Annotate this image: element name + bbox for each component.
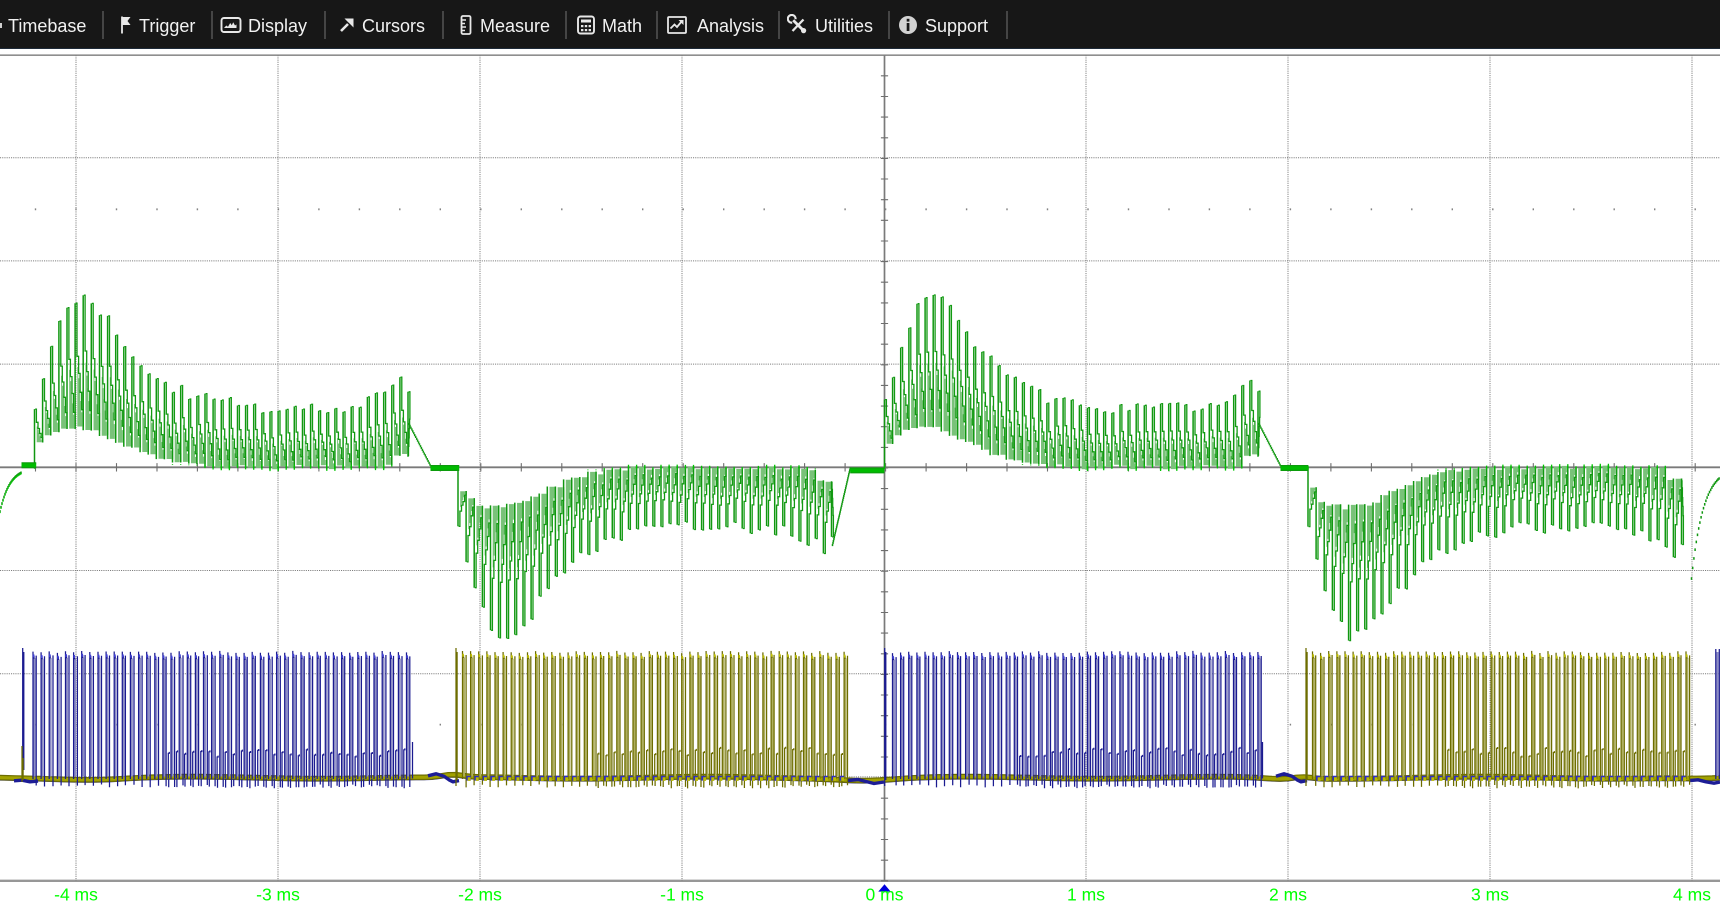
svg-text:-3 ms: -3 ms — [256, 885, 300, 905]
svg-text:1 ms: 1 ms — [1067, 885, 1105, 905]
svg-text:-4 ms: -4 ms — [54, 885, 98, 905]
svg-text:-2 ms: -2 ms — [458, 885, 502, 905]
svg-text:4 ms: 4 ms — [1673, 885, 1711, 905]
svg-text:3 ms: 3 ms — [1471, 885, 1509, 905]
svg-text:-1 ms: -1 ms — [660, 885, 704, 905]
svg-text:0 ms: 0 ms — [866, 885, 904, 905]
svg-text:2 ms: 2 ms — [1269, 885, 1307, 905]
